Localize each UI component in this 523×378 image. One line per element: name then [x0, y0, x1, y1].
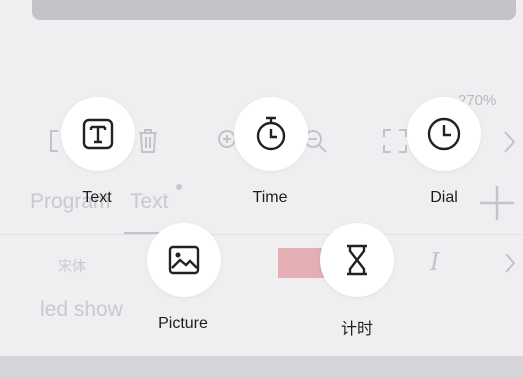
image-icon: [167, 244, 201, 276]
text-box-icon: [81, 117, 115, 151]
divider: [0, 234, 523, 235]
delete-icon[interactable]: [136, 128, 160, 154]
menu-item-time-label: Time: [252, 189, 288, 206]
menu-item-timer-label: 计时: [340, 321, 373, 338]
chevron-right-icon[interactable]: [502, 130, 516, 154]
led-preview-panel: [32, 0, 516, 20]
fullscreen-icon[interactable]: [382, 128, 408, 154]
clock-icon: [426, 116, 462, 152]
italic-icon[interactable]: I: [430, 248, 439, 276]
menu-item-text-label: Text: [82, 189, 112, 206]
text-content-field[interactable]: led show: [40, 298, 123, 322]
menu-item-timer[interactable]: [320, 223, 394, 297]
tab-indicator-dot: [176, 184, 182, 190]
color-swatch[interactable]: [278, 248, 326, 278]
menu-item-picture-label: Picture: [158, 315, 208, 332]
font-selector[interactable]: 宋体: [58, 256, 86, 276]
menu-item-picture[interactable]: [147, 223, 221, 297]
menu-item-dial-label: Dial: [430, 189, 458, 206]
menu-item-dial[interactable]: [407, 97, 481, 171]
stopwatch-icon: [254, 116, 288, 152]
hourglass-icon: [342, 243, 372, 277]
bottom-bar: [0, 356, 523, 378]
chevron-right-icon-2[interactable]: [504, 252, 516, 274]
menu-item-text[interactable]: [61, 97, 135, 171]
menu-item-time[interactable]: [234, 97, 308, 171]
bracket-icon: [48, 129, 60, 153]
screen: 270% Program Text 宋体 I led show Text Tim…: [0, 0, 523, 378]
